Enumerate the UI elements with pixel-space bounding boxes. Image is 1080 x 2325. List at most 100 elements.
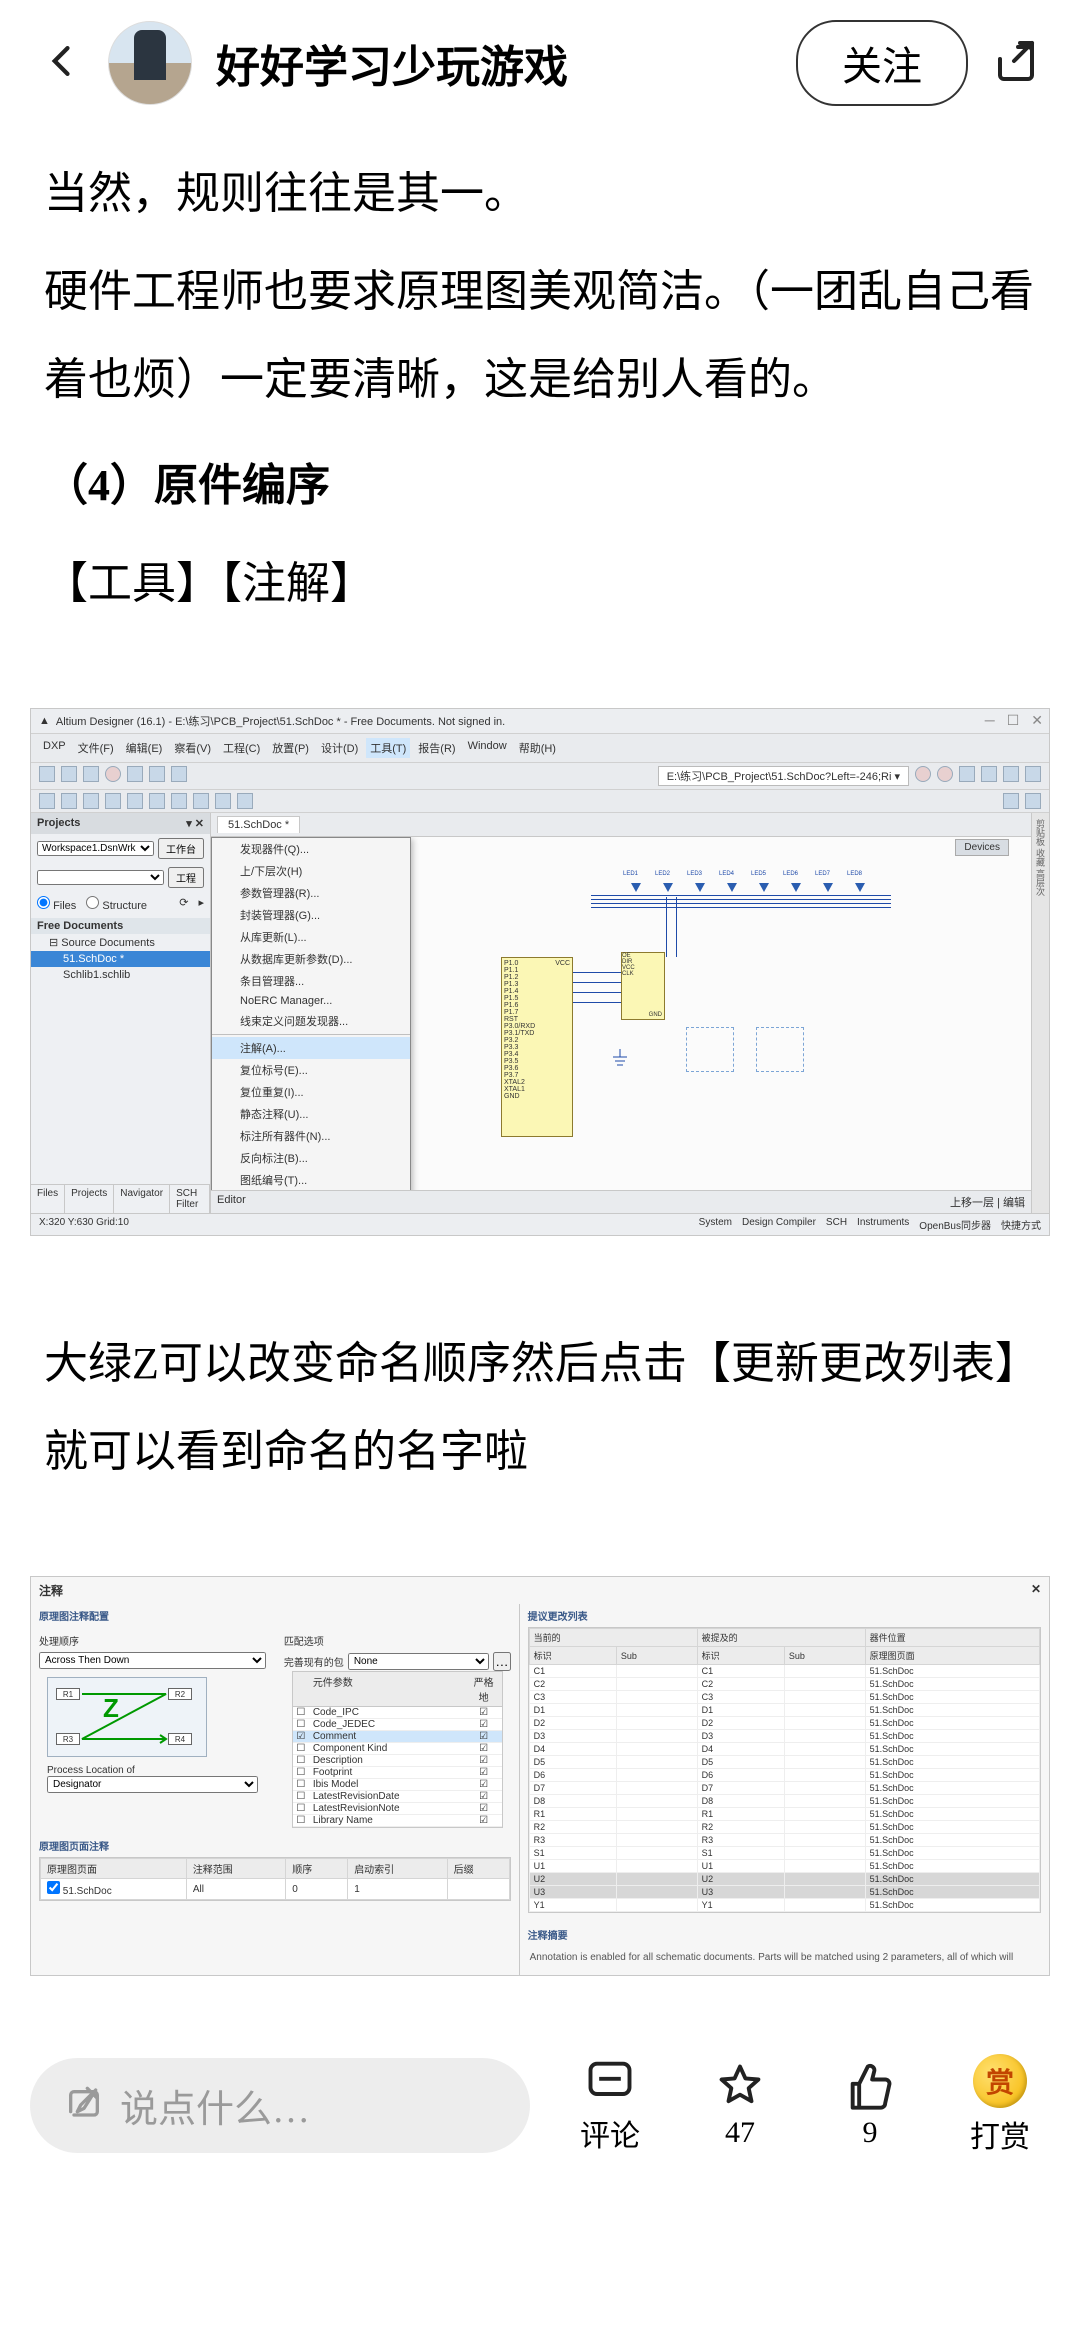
menu-item[interactable]: 注解(A)... xyxy=(212,1037,410,1059)
toolbar-button[interactable] xyxy=(39,766,55,782)
table-row[interactable]: D2D251.SchDoc xyxy=(529,1717,1039,1730)
table-row[interactable]: D3D351.SchDoc xyxy=(529,1730,1039,1743)
menu-item[interactable]: 上/下层次(H) xyxy=(212,860,410,882)
toolbar-button[interactable] xyxy=(61,766,77,782)
table-row[interactable]: R2R251.SchDoc xyxy=(529,1821,1039,1834)
menu-item[interactable]: 工具(T) xyxy=(366,738,410,758)
menu-item[interactable]: 复位标号(E)... xyxy=(212,1059,410,1081)
tree-toolbar-icon[interactable]: ⟳ xyxy=(179,896,188,912)
menu-item[interactable]: 察看(V) xyxy=(170,738,215,758)
close-icon[interactable]: ✕ xyxy=(1031,712,1043,729)
toolbar-button[interactable] xyxy=(83,793,99,809)
share-icon[interactable] xyxy=(992,37,1040,90)
toolbar-button[interactable] xyxy=(127,766,143,782)
toolbar-button[interactable] xyxy=(1003,766,1019,782)
table-row[interactable]: D5D551.SchDoc xyxy=(529,1756,1039,1769)
match-options-button[interactable]: … xyxy=(493,1652,510,1671)
toolbar-button[interactable] xyxy=(937,766,953,782)
tree-node[interactable]: ⊟ Source Documents xyxy=(31,934,210,951)
table-row[interactable]: Y1Y151.SchDoc xyxy=(529,1899,1039,1912)
param-row[interactable]: ☐LatestRevisionNote☑ xyxy=(293,1803,502,1815)
minimize-icon[interactable]: ─ xyxy=(985,712,995,729)
collapsed-panel-right[interactable]: 剪贴板 收藏 高层次 xyxy=(1031,813,1049,1213)
toolbar-button[interactable] xyxy=(105,793,121,809)
toolbar-button[interactable] xyxy=(171,793,187,809)
menu-item[interactable]: 编辑(E) xyxy=(122,738,167,758)
tree-node-selected[interactable]: 51.SchDoc * xyxy=(31,951,210,967)
menu-item[interactable]: NoERC Manager... xyxy=(212,992,410,1010)
toolbar-button[interactable] xyxy=(105,766,121,782)
toolbar-button[interactable] xyxy=(1025,766,1041,782)
schematic-canvas[interactable]: 发现器件(Q)...上/下层次(H)参数管理器(R)...封装管理器(G)...… xyxy=(211,837,1031,1190)
table-row[interactable]: D4D451.SchDoc xyxy=(529,1743,1039,1756)
path-display[interactable]: E:\练习\PCB_Project\51.SchDoc?Left=-246;Ri… xyxy=(658,766,909,786)
param-row[interactable]: ☐Code_IPC☑ xyxy=(293,1707,502,1719)
back-icon[interactable] xyxy=(40,39,84,88)
tree-toolbar-icon[interactable]: ▸ xyxy=(198,896,204,912)
menu-item[interactable]: 标注所有器件(N)... xyxy=(212,1125,410,1147)
menu-item[interactable]: 文件(F) xyxy=(74,738,118,758)
menu-item[interactable]: 图纸编号(T)... xyxy=(212,1169,410,1190)
match-select[interactable]: None xyxy=(348,1653,489,1670)
table-row[interactable]: R1R151.SchDoc xyxy=(529,1808,1039,1821)
menu-item[interactable]: 静态注释(U)... xyxy=(212,1103,410,1125)
menu-item[interactable]: 反向标注(B)... xyxy=(212,1147,410,1169)
param-row[interactable]: ☐LatestRevisionDate☑ xyxy=(293,1791,502,1803)
toolbar-button[interactable] xyxy=(127,793,143,809)
toolbar-button[interactable] xyxy=(215,793,231,809)
comments-button[interactable]: 评论 xyxy=(560,2055,660,2155)
radio-structure[interactable]: Structure xyxy=(86,896,147,912)
status-link[interactable]: 快捷方式 xyxy=(1001,1217,1041,1232)
menu-item[interactable]: 设计(D) xyxy=(317,738,362,758)
table-row[interactable]: C2C251.SchDoc xyxy=(529,1678,1039,1691)
menu-item[interactable]: 线束定义问题发现器... xyxy=(212,1010,410,1032)
status-link[interactable]: OpenBus同步器 xyxy=(919,1217,991,1232)
table-row[interactable]: C3C351.SchDoc xyxy=(529,1691,1039,1704)
table-row[interactable]: D6D651.SchDoc xyxy=(529,1769,1039,1782)
toolbar-button[interactable] xyxy=(915,766,931,782)
table-row[interactable]: D8D851.SchDoc xyxy=(529,1795,1039,1808)
status-link[interactable]: Instruments xyxy=(857,1217,909,1232)
menu-item[interactable]: 从数据库更新参数(D)... xyxy=(212,948,410,970)
param-row[interactable]: ☐Description☑ xyxy=(293,1755,502,1767)
toolbar-button[interactable] xyxy=(39,793,55,809)
maximize-icon[interactable]: ☐ xyxy=(1007,712,1020,729)
param-row[interactable]: ☐Footprint☑ xyxy=(293,1767,502,1779)
toolbar-button[interactable] xyxy=(83,766,99,782)
schematic-pages-grid[interactable]: 原理图页面注释范围顺序启动索引后缀 51.SchDoc All 0 1 xyxy=(39,1857,511,1901)
comment-input[interactable]: 说点什么… xyxy=(30,2058,530,2153)
toolbar-button[interactable] xyxy=(61,793,77,809)
radio-files[interactable]: Files xyxy=(37,896,76,912)
param-row[interactable]: ☑Comment☑ xyxy=(293,1731,502,1743)
menu-item[interactable]: 复位重复(I)... xyxy=(212,1081,410,1103)
table-row[interactable]: C1C151.SchDoc xyxy=(529,1665,1039,1678)
menu-item[interactable]: DXP xyxy=(39,738,70,758)
menu-item[interactable]: 放置(P) xyxy=(268,738,313,758)
panel-tab[interactable]: SCH Filter xyxy=(170,1185,210,1213)
toolbar-button[interactable] xyxy=(981,766,997,782)
tree-node[interactable]: Free Documents xyxy=(31,918,210,934)
toolbar-button[interactable] xyxy=(193,793,209,809)
reward-button[interactable]: 赏 打赏 xyxy=(950,2054,1050,2156)
like-button[interactable]: 9 xyxy=(820,2060,920,2150)
changes-grid[interactable]: 当前的 被提及的 器件位置 标识Sub 标识Sub 原理图页面 C1C151.S… xyxy=(528,1627,1041,1913)
table-row[interactable]: S1S151.SchDoc xyxy=(529,1847,1039,1860)
menu-item[interactable]: 封装管理器(G)... xyxy=(212,904,410,926)
favorite-button[interactable]: 47 xyxy=(690,2060,790,2150)
row-checkbox[interactable] xyxy=(47,1881,60,1894)
param-row[interactable]: ☐Component Kind☑ xyxy=(293,1743,502,1755)
workspace-button[interactable]: 工作台 xyxy=(158,838,204,859)
menu-item[interactable]: 从库更新(L)... xyxy=(212,926,410,948)
close-icon[interactable]: ✕ xyxy=(1031,1582,1041,1599)
toolbar-button[interactable] xyxy=(149,793,165,809)
avatar[interactable] xyxy=(108,21,192,105)
workspace-select[interactable]: Workspace1.DsnWrk xyxy=(37,841,154,856)
menu-item[interactable]: Window xyxy=(464,738,511,758)
menu-item[interactable]: 报告(R) xyxy=(414,738,459,758)
author-name[interactable]: 好好学习少玩游戏 xyxy=(216,31,568,95)
toolbar-button[interactable] xyxy=(1003,793,1019,809)
menu-item[interactable]: 帮助(H) xyxy=(515,738,560,758)
menu-item[interactable]: 发现器件(Q)... xyxy=(212,838,410,860)
toolbar-button[interactable] xyxy=(1025,793,1041,809)
param-row[interactable]: ☐Library Name☑ xyxy=(293,1815,502,1827)
